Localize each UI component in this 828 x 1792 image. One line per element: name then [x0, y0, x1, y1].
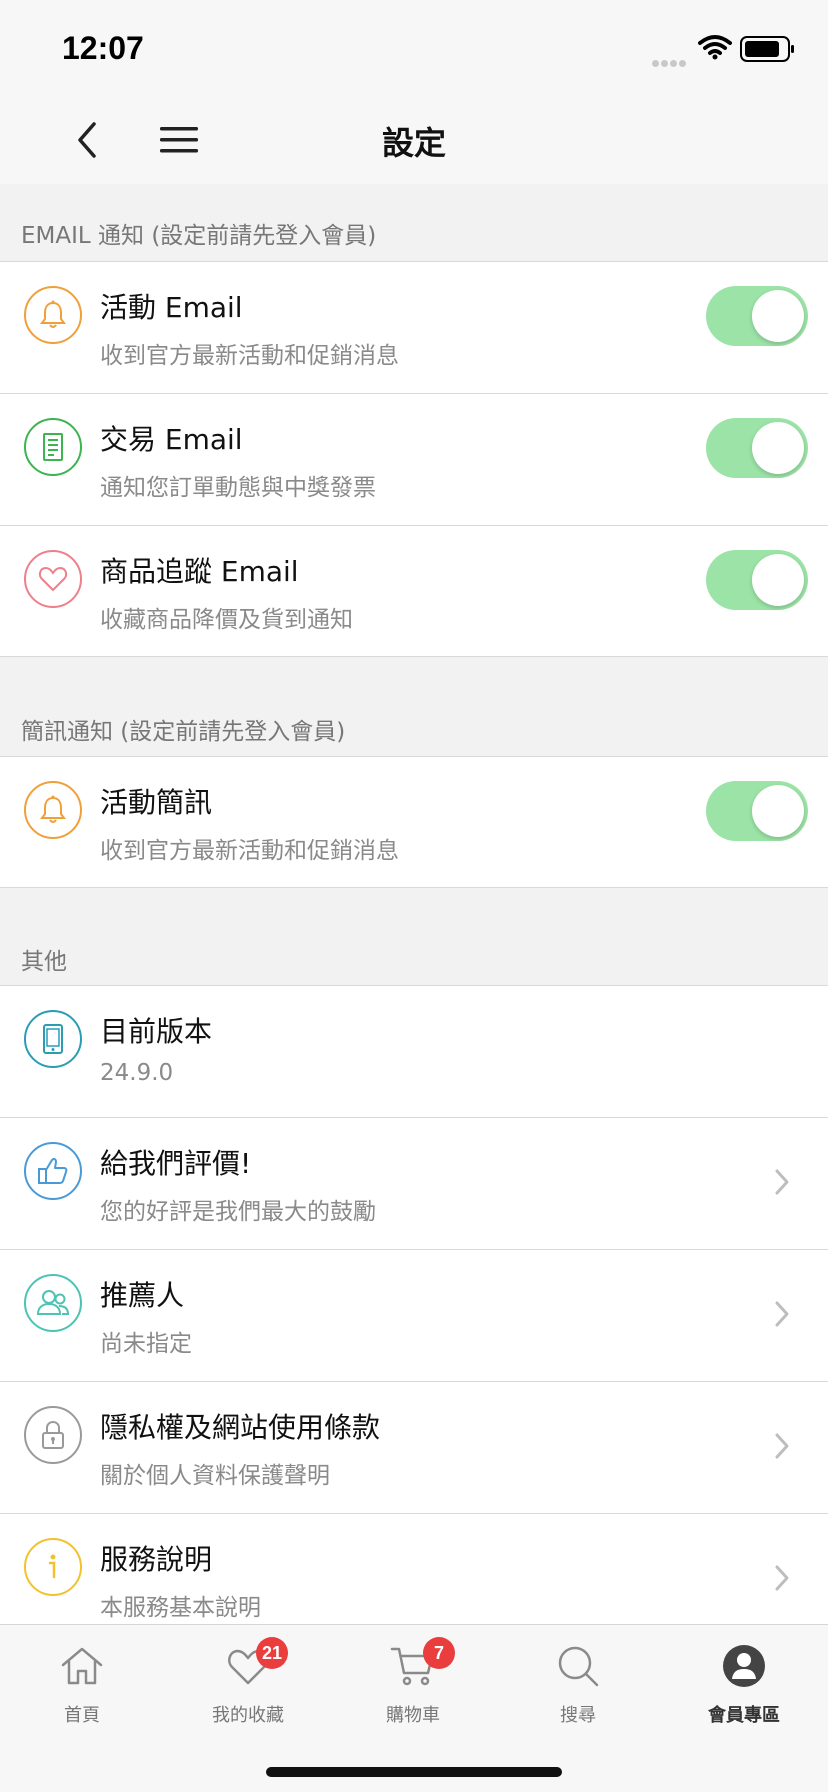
row-subtitle: 尚未指定: [100, 1331, 192, 1357]
row-title: 活動簡訊: [100, 786, 213, 819]
setting-row-version: 目前版本 24.9.0: [0, 985, 828, 1117]
home-icon: [61, 1647, 103, 1685]
tablet-icon: [24, 1010, 82, 1068]
tab-label: 我的收藏: [212, 1705, 284, 1726]
tab-cart[interactable]: 購物車 7: [343, 1637, 483, 1743]
search-icon: [558, 1646, 599, 1687]
tab-favorites[interactable]: 我的收藏 21: [178, 1637, 318, 1743]
tab-member[interactable]: 會員專區: [674, 1643, 814, 1743]
section-header-sms: 簡訊通知 (設定前請先登入會員): [0, 658, 828, 756]
lock-icon: [24, 1406, 82, 1464]
row-subtitle: 通知您訂單動態與中獎發票: [100, 475, 376, 501]
bell-icon: [24, 286, 82, 344]
section-header-email: EMAIL 通知 (設定前請先登入會員): [0, 184, 828, 261]
chevron-right-icon[interactable]: [774, 1168, 790, 1196]
users-icon: [24, 1274, 82, 1332]
row-subtitle: 關於個人資料保護聲明: [100, 1463, 330, 1489]
transaction-email-toggle[interactable]: [706, 418, 808, 478]
row-title: 服務說明: [100, 1543, 213, 1576]
toggle-knob: [752, 290, 804, 342]
favorites-count-badge: 21: [256, 1637, 288, 1669]
promo-email-toggle[interactable]: [706, 286, 808, 346]
row-title: 目前版本: [100, 1015, 213, 1048]
heart-icon: [24, 550, 82, 608]
info-icon: [24, 1538, 82, 1596]
status-time: 12:07: [62, 30, 144, 66]
cart-count-badge: 7: [423, 1637, 455, 1669]
promo-sms-toggle[interactable]: [706, 781, 808, 841]
row-title: 推薦人: [100, 1279, 185, 1312]
tab-label: 搜尋: [560, 1705, 596, 1726]
tab-bar: 首頁 我的收藏 21 購物車 7 搜尋 會員專區: [0, 1624, 828, 1792]
bell-icon: [24, 781, 82, 839]
tab-search[interactable]: 搜尋: [508, 1643, 648, 1743]
chevron-right-icon[interactable]: [774, 1564, 790, 1592]
toggle-knob: [752, 554, 804, 606]
setting-row-promo-email[interactable]: 活動 Email 收到官方最新活動和促銷消息: [0, 261, 828, 393]
toggle-knob: [752, 785, 804, 837]
row-title: 交易 Email: [100, 423, 243, 456]
receipt-icon: [24, 418, 82, 476]
thumbs-up-icon: [24, 1142, 82, 1200]
toggle-knob: [752, 422, 804, 474]
setting-row-transaction-email[interactable]: 交易 Email 通知您訂單動態與中獎發票: [0, 393, 828, 525]
member-icon: [723, 1645, 765, 1687]
setting-row-privacy[interactable]: 隱私權及網站使用條款 關於個人資料保護聲明: [0, 1381, 828, 1513]
home-indicator: [266, 1767, 562, 1777]
status-bar: 12:07: [0, 0, 828, 96]
battery-icon: [740, 36, 794, 62]
version-value: 24.9.0: [100, 1060, 174, 1086]
section-header-other: 其他: [0, 889, 828, 985]
setting-row-promo-sms[interactable]: 活動簡訊 收到官方最新活動和促銷消息: [0, 756, 828, 888]
row-title: 商品追蹤 Email: [100, 555, 299, 588]
row-subtitle: 收到官方最新活動和促銷消息: [100, 838, 399, 864]
setting-row-rate-us[interactable]: 給我們評價! 您的好評是我們最大的鼓勵: [0, 1117, 828, 1249]
chevron-right-icon[interactable]: [774, 1432, 790, 1460]
row-title: 活動 Email: [100, 291, 243, 324]
nav-bar: 設定: [0, 96, 828, 184]
wifi-icon: [698, 35, 732, 60]
tab-home[interactable]: 首頁: [12, 1643, 152, 1743]
section-label: EMAIL 通知 (設定前請先登入會員): [21, 223, 377, 249]
row-subtitle: 您的好評是我們最大的鼓勵: [100, 1199, 376, 1225]
row-title: 隱私權及網站使用條款: [100, 1411, 381, 1444]
tab-label: 首頁: [64, 1705, 100, 1726]
chevron-right-icon[interactable]: [774, 1300, 790, 1328]
setting-row-referrer[interactable]: 推薦人 尚未指定: [0, 1249, 828, 1381]
tab-label: 會員專區: [708, 1705, 780, 1726]
tab-label: 購物車: [386, 1705, 440, 1726]
row-subtitle: 收到官方最新活動和促銷消息: [100, 343, 399, 369]
signal-icon: [652, 52, 688, 71]
page-title: 設定: [381, 124, 446, 162]
row-subtitle: 收藏商品降價及貨到通知: [100, 607, 353, 633]
row-subtitle: 本服務基本說明: [100, 1595, 261, 1621]
tracking-email-toggle[interactable]: [706, 550, 808, 610]
section-label: 簡訊通知 (設定前請先登入會員): [21, 719, 346, 745]
section-label: 其他: [21, 949, 67, 975]
row-title: 給我們評價!: [100, 1147, 252, 1180]
setting-row-service-info[interactable]: 服務說明 本服務基本說明: [0, 1513, 828, 1624]
setting-row-tracking-email[interactable]: 商品追蹤 Email 收藏商品降價及貨到通知: [0, 525, 828, 657]
